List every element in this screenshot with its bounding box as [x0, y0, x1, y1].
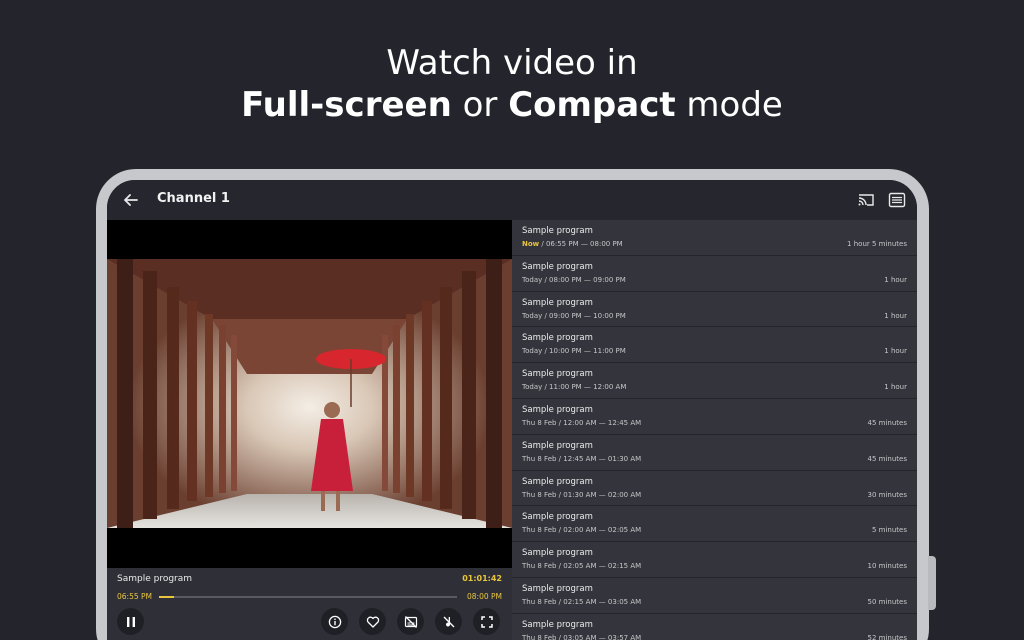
- schedule-item-time: Thu 8 Feb / 02:05 AM — 02:15 AM: [522, 562, 907, 570]
- headline-line-1: Watch video in: [386, 43, 638, 83]
- video-frame: [107, 259, 512, 528]
- subtitles-button[interactable]: [397, 608, 424, 635]
- fullscreen-button[interactable]: [473, 608, 500, 635]
- pause-button[interactable]: [117, 608, 144, 635]
- schedule-item[interactable]: Sample program Today / 11:00 PM — 12:00 A…: [512, 363, 917, 399]
- program-schedule-list: Sample program Now / 06:55 PM — 08:00 PM 1…: [512, 220, 917, 640]
- schedule-item[interactable]: Sample program Thu 8 Feb / 03:05 AM — 03:…: [512, 613, 917, 640]
- schedule-item-duration: 1 hour 5 minutes: [847, 240, 907, 248]
- schedule-item-time-range: Thu 8 Feb / 01:30 AM — 02:00 AM: [522, 490, 642, 499]
- schedule-item-time-range: Thu 8 Feb / 12:45 AM — 01:30 AM: [522, 454, 642, 463]
- schedule-item-duration: 1 hour: [884, 347, 907, 356]
- headline-compact: Compact: [508, 85, 676, 125]
- info-icon: [328, 615, 341, 628]
- schedule-item-time-range: Today / 08:00 PM — 09:00 PM: [522, 275, 626, 284]
- schedule-item-time: Today / 10:00 PM — 11:00 PM: [522, 347, 907, 355]
- program-end-time: 08:00 PM: [467, 592, 502, 601]
- favorite-button[interactable]: [359, 608, 386, 635]
- time-remaining: 01:01:42: [462, 574, 502, 583]
- schedule-item[interactable]: Sample program Thu 8 Feb / 02:00 AM — 02:…: [512, 506, 917, 543]
- schedule-item-time-range: Thu 8 Feb / 02:15 AM — 03:05 AM: [522, 597, 642, 606]
- schedule-item-duration: 45 minutes: [867, 418, 907, 427]
- player-controls: Sample program 01:01:42 06:55 PM 08:00 P…: [107, 568, 512, 640]
- schedule-item-title: Sample program: [522, 583, 593, 594]
- schedule-item-title: Sample program: [522, 333, 593, 344]
- info-button[interactable]: [321, 608, 348, 635]
- schedule-item-title: Sample program: [522, 619, 593, 630]
- progress-bar[interactable]: [159, 596, 457, 598]
- headline: Watch video in Full-screen or Compact mo…: [0, 42, 1024, 126]
- schedule-item-time-range: Today / 11:00 PM — 12:00 AM: [522, 383, 627, 392]
- schedule-item-title: Sample program: [522, 440, 593, 451]
- schedule-item-title: Sample program: [522, 548, 593, 559]
- schedule-item-duration: 52 minutes: [867, 633, 907, 640]
- now-playing-title: Sample program: [117, 574, 193, 584]
- fullscreen-icon: [480, 615, 493, 628]
- schedule-item-time: Thu 8 Feb / 01:30 AM — 02:00 AM: [522, 491, 907, 499]
- favorite-icon: [366, 616, 379, 628]
- schedule-item-duration: 10 minutes: [867, 562, 907, 571]
- headline-fullscreen: Full-screen: [241, 85, 452, 125]
- channel-title: Channel 1: [157, 191, 230, 206]
- schedule-item-title: Sample program: [522, 297, 593, 308]
- now-badge: Now: [522, 240, 540, 248]
- schedule-item[interactable]: Sample program Thu 8 Feb / 12:45 AM — 01:…: [512, 434, 917, 471]
- schedule-item[interactable]: Sample program Thu 8 Feb / 12:00 AM — 12:…: [512, 398, 917, 435]
- schedule-item-time-range: Thu 8 Feb / 03:05 AM — 03:57 AM: [522, 633, 642, 640]
- schedule-item-time: Thu 8 Feb / 02:15 AM — 03:05 AM: [522, 598, 907, 606]
- schedule-item-time-range: Thu 8 Feb / 12:00 AM — 12:45 AM: [522, 418, 642, 427]
- audio-track-button[interactable]: [435, 608, 462, 635]
- program-start-time: 06:55 PM: [117, 592, 152, 601]
- schedule-item[interactable]: Sample program Today / 10:00 PM — 11:00 P…: [512, 327, 917, 364]
- schedule-item[interactable]: Sample program Now / 06:55 PM — 08:00 PM 1…: [512, 220, 917, 256]
- schedule-item-duration: 30 minutes: [867, 490, 907, 499]
- headline-mode: mode: [675, 85, 783, 125]
- schedule-item-duration: 5 minutes: [871, 526, 907, 535]
- schedule-item[interactable]: Sample program Thu 8 Feb / 01:30 AM — 02:…: [512, 470, 917, 507]
- audio-off-icon: [443, 616, 454, 627]
- schedule-item-time: Today / 11:00 PM — 12:00 AM: [522, 383, 907, 391]
- schedule-item-duration: 45 minutes: [867, 454, 907, 463]
- schedule-item-time-range: Thu 8 Feb / 02:00 AM — 02:05 AM: [522, 526, 642, 535]
- schedule-item-time-range: Today / 10:00 PM — 11:00 PM: [522, 347, 626, 356]
- tablet-screen: Channel 1 Sample program 01:01:42 06:55 …: [107, 180, 917, 640]
- schedule-item[interactable]: Sample program Today / 08:00 PM — 09:00 P…: [512, 255, 917, 292]
- progress-fill: [159, 596, 174, 598]
- schedule-item-title: Sample program: [522, 369, 593, 380]
- schedule-item-time-range: Thu 8 Feb / 02:05 AM — 02:15 AM: [522, 562, 642, 571]
- subtitles-off-icon: [404, 615, 417, 628]
- headline-or: or: [451, 85, 509, 125]
- schedule-item-title: Sample program: [522, 476, 593, 487]
- schedule-item-time: Thu 8 Feb / 12:00 AM — 12:45 AM: [522, 419, 907, 427]
- headline-line-2: Full-screen or Compact mode: [0, 84, 1024, 126]
- schedule-item-duration: 1 hour: [884, 311, 907, 320]
- schedule-item-time-range: Today / 09:00 PM — 10:00 PM: [522, 311, 626, 320]
- schedule-item-duration: 1 hour: [884, 383, 907, 392]
- schedule-item-title: Sample program: [522, 404, 593, 415]
- pause-icon: [126, 616, 135, 627]
- tv-guide-icon[interactable]: [888, 192, 906, 208]
- schedule-item-time-range: / 06:55 PM — 08:00 PM: [539, 240, 623, 248]
- schedule-item-title: Sample program: [522, 226, 593, 236]
- schedule-item-time: Today / 08:00 PM — 09:00 PM: [522, 276, 907, 284]
- schedule-item-title: Sample program: [522, 512, 593, 523]
- schedule-item-title: Sample program: [522, 261, 593, 272]
- video-player[interactable]: [107, 220, 512, 568]
- schedule-item[interactable]: Sample program Thu 8 Feb / 02:15 AM — 03:…: [512, 577, 917, 614]
- schedule-item-time: Thu 8 Feb / 02:00 AM — 02:05 AM: [522, 526, 907, 534]
- schedule-item-time: Today / 09:00 PM — 10:00 PM: [522, 312, 907, 320]
- cast-icon[interactable]: [857, 192, 875, 208]
- schedule-item[interactable]: Sample program Today / 09:00 PM — 10:00 P…: [512, 291, 917, 328]
- schedule-item[interactable]: Sample program Thu 8 Feb / 02:05 AM — 02:…: [512, 542, 917, 578]
- tablet-side-button: [928, 556, 936, 610]
- schedule-item-duration: 1 hour: [884, 275, 907, 284]
- schedule-item-time: Thu 8 Feb / 03:05 AM — 03:57 AM: [522, 634, 907, 640]
- schedule-item-time: Thu 8 Feb / 12:45 AM — 01:30 AM: [522, 455, 907, 463]
- app-top-bar: Channel 1: [107, 180, 917, 220]
- back-arrow-icon[interactable]: [121, 190, 141, 210]
- schedule-item-duration: 50 minutes: [867, 597, 907, 606]
